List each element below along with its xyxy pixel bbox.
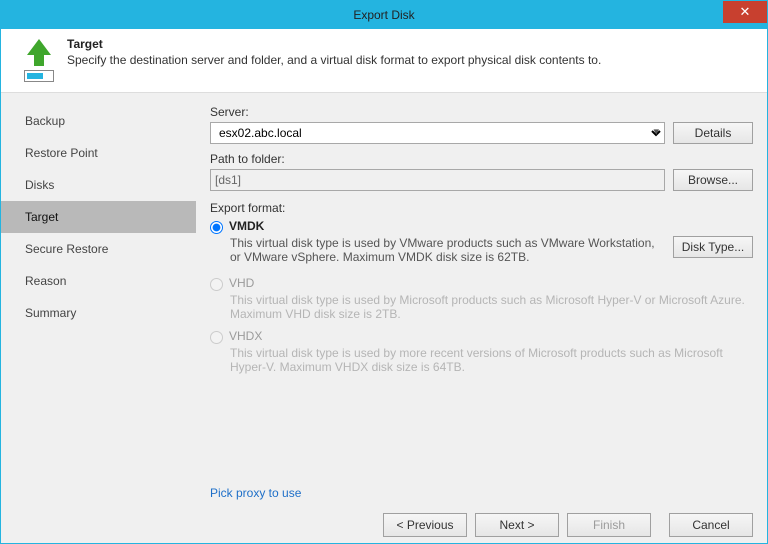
format-label-vmdk: VMDK [229,219,264,233]
cancel-button[interactable]: Cancel [669,513,753,537]
sidebar-item-target[interactable]: Target [1,201,196,233]
page-subtitle: Specify the destination server and folde… [67,53,753,67]
previous-button[interactable]: < Previous [383,513,467,537]
sidebar-item-summary[interactable]: Summary [1,297,196,329]
disk-icon [24,70,54,82]
format-desc-vmdk: This virtual disk type is used by VMware… [230,236,665,264]
path-label: Path to folder: [210,152,753,166]
sidebar-item-backup[interactable]: Backup [1,105,196,137]
wizard-content: Server: esx02.abc.local Details Path to … [196,93,767,506]
format-radio-vhdx [210,331,223,344]
format-radio-vmdk[interactable] [210,221,223,234]
path-input[interactable] [210,169,665,191]
sidebar-item-disks[interactable]: Disks [1,169,196,201]
target-icon [17,37,61,82]
format-label-vhd: VHD [229,276,254,290]
server-select[interactable]: esx02.abc.local [210,122,665,144]
wizard-body: Backup Restore Point Disks Target Secure… [1,93,767,506]
wizard-header: Target Specify the destination server an… [1,29,767,93]
server-label: Server: [210,105,753,119]
format-label-vhdx: VHDX [229,329,262,343]
browse-button[interactable]: Browse... [673,169,753,191]
wizard-sidebar: Backup Restore Point Disks Target Secure… [1,93,196,506]
close-icon: ✕ [740,4,751,20]
close-button[interactable]: ✕ [723,1,767,23]
export-disk-window: Export Disk ✕ Target Specify the destina… [0,0,768,544]
sidebar-item-restore-point[interactable]: Restore Point [1,137,196,169]
next-button[interactable]: Next > [475,513,559,537]
format-radio-vhd [210,278,223,291]
format-desc-vhd: This virtual disk type is used by Micros… [230,293,753,321]
format-desc-vhdx: This virtual disk type is used by more r… [230,346,753,374]
sidebar-item-reason[interactable]: Reason [1,265,196,297]
wizard-footer: < Previous Next > Finish Cancel [1,506,767,544]
window-title: Export Disk [353,8,414,22]
export-format-label: Export format: [210,201,753,215]
pick-proxy-link[interactable]: Pick proxy to use [210,486,301,500]
sidebar-item-secure-restore[interactable]: Secure Restore [1,233,196,265]
page-title: Target [67,37,753,51]
details-button[interactable]: Details [673,122,753,144]
finish-button: Finish [567,513,651,537]
titlebar: Export Disk ✕ [1,1,767,29]
disk-type-button[interactable]: Disk Type... [673,236,753,258]
